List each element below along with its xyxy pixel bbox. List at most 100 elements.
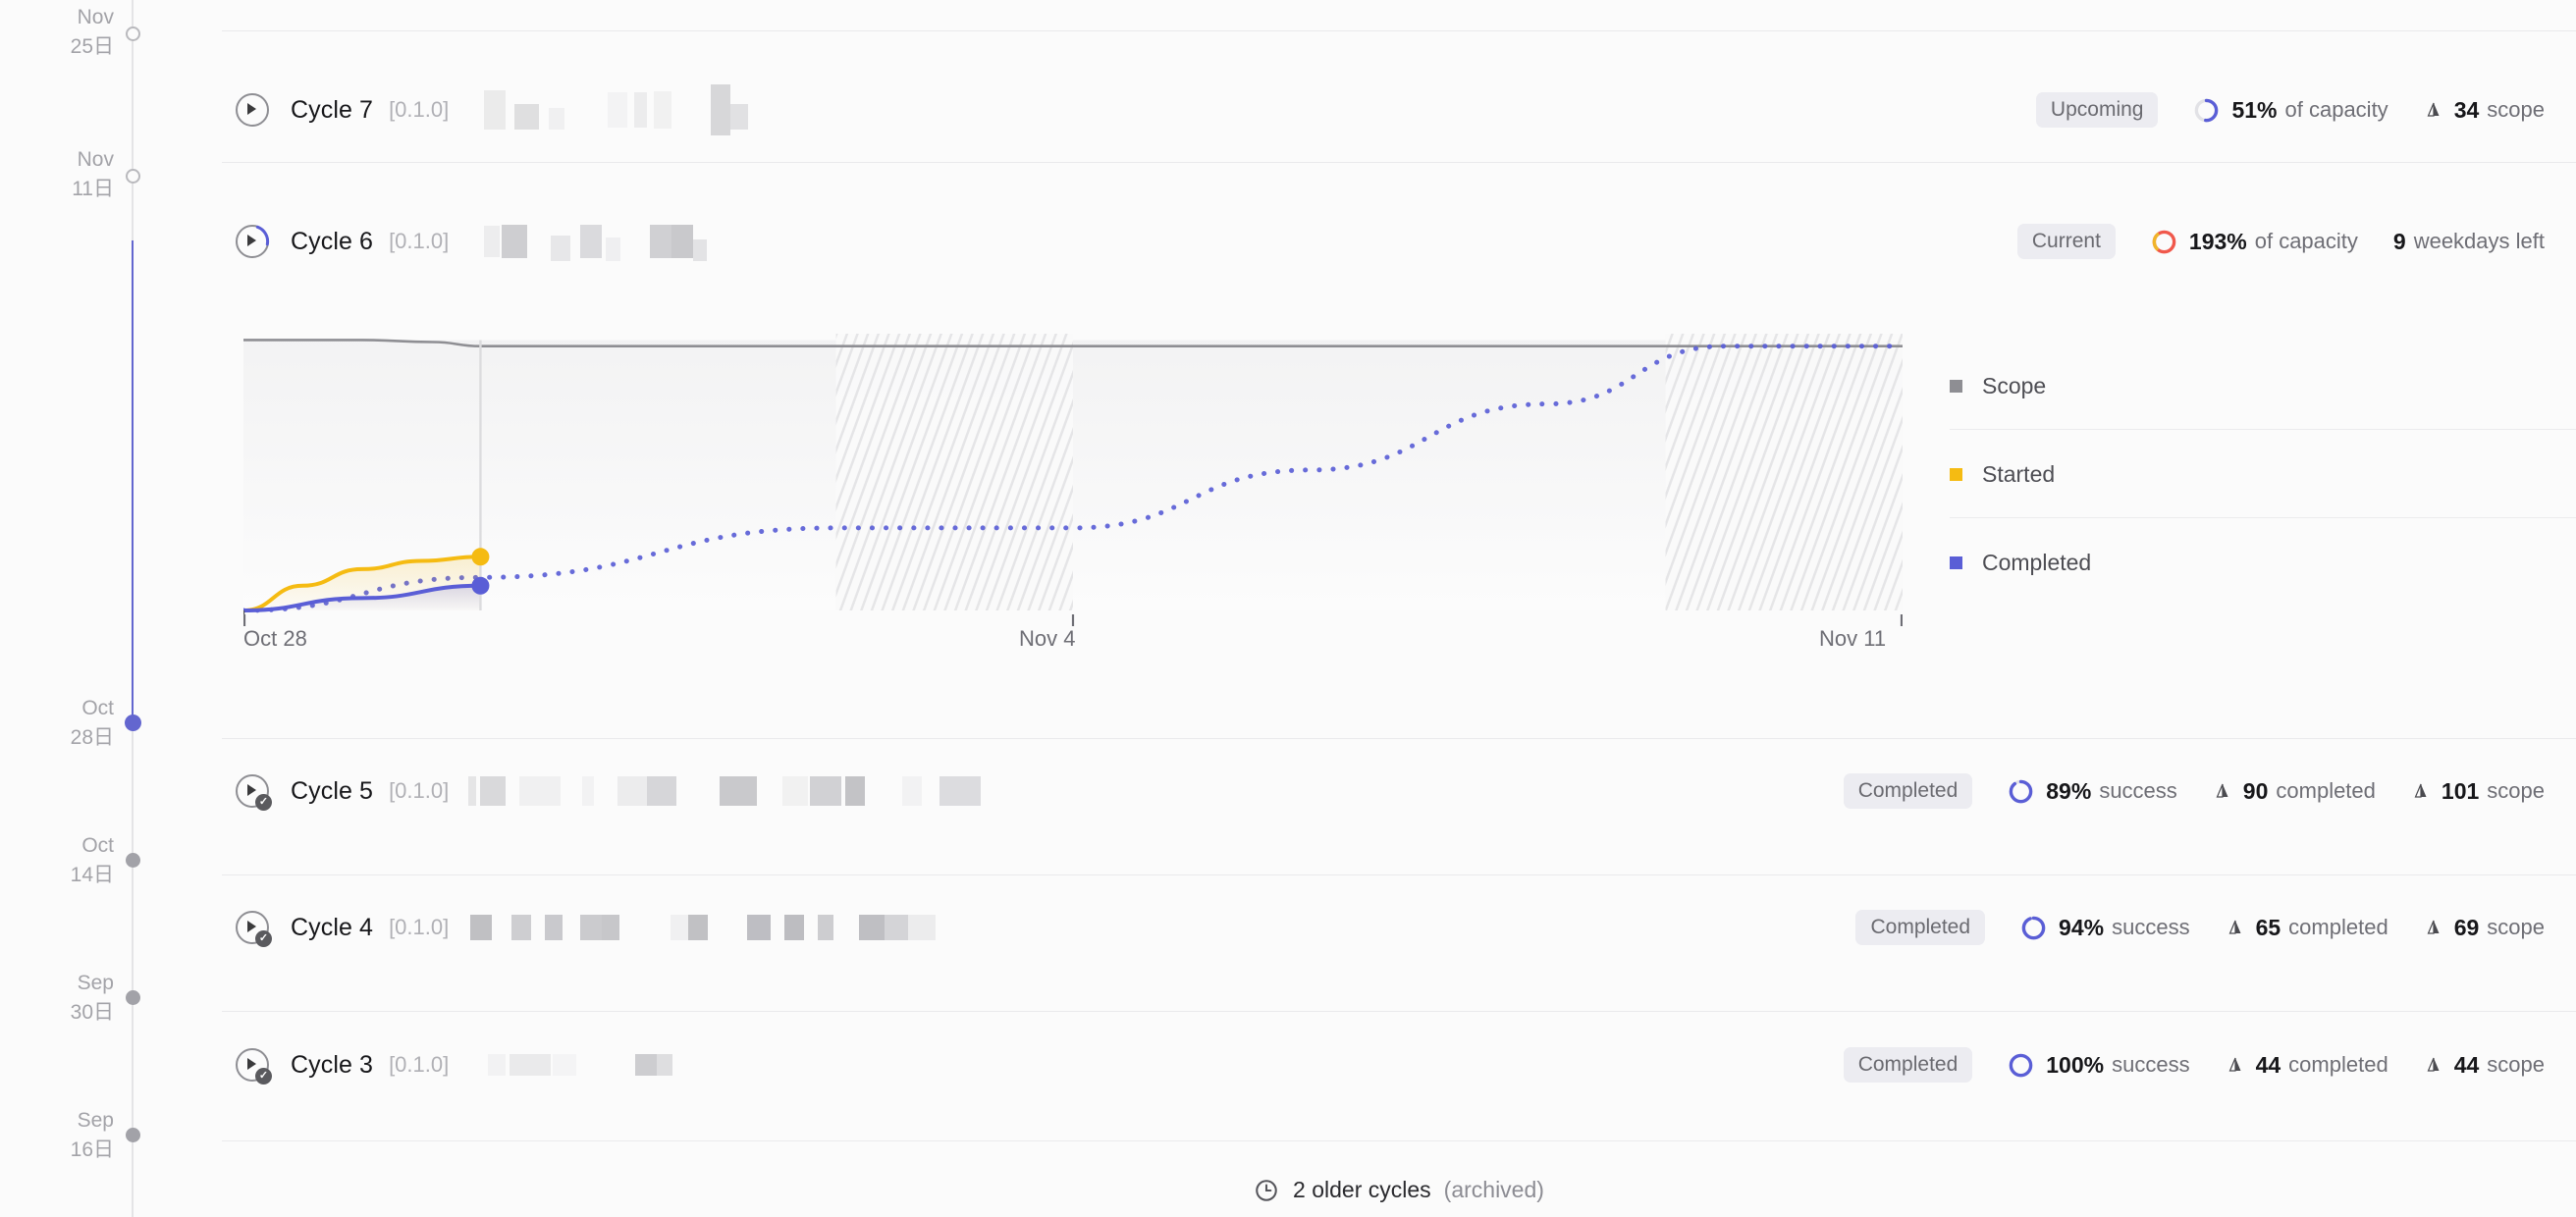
stat-unit: scope <box>2487 1052 2545 1077</box>
stat-scope: 44 scope <box>2424 1052 2545 1079</box>
row-divider <box>222 874 2576 875</box>
triangle-icon <box>2427 920 2440 934</box>
triangle-icon <box>2427 1057 2440 1072</box>
chart-plot: Oct 28 Nov 4 Nov 11 <box>243 324 1903 651</box>
cycle-title: Cycle 6 <box>291 227 374 255</box>
cycle-row-5[interactable]: ✓ Cycle 5 [0.1.0] Completed 89% success … <box>222 758 2576 824</box>
stat-value: 101 <box>2441 777 2480 804</box>
status-badge: Upcoming <box>2035 92 2159 128</box>
stat-capacity: 193% of capacity <box>2151 229 2358 255</box>
stat-value: 94% <box>2059 914 2105 940</box>
stat-value: 44 <box>2255 1051 2281 1078</box>
legend-row-scope[interactable]: Scope 128 -2% <box>1950 342 2576 430</box>
cycles-list: Cycle 7 [0.1.0] Upcoming 51% of capacity… <box>222 0 2576 1217</box>
stat-success: 94% success <box>2020 915 2190 941</box>
stat-success: 89% success <box>2008 778 2177 805</box>
cycle-row-7[interactable]: Cycle 7 [0.1.0] Upcoming 51% of capacity… <box>222 77 2576 143</box>
cycle-row-3[interactable]: ✓ Cycle 3 [0.1.0] Completed 100% success… <box>222 1032 2576 1098</box>
stat-completed: 90 completed <box>2213 778 2376 805</box>
play-circle-check-icon[interactable]: ✓ <box>236 911 272 947</box>
x-tick-label-2: Nov 11 <box>1819 626 1887 651</box>
legend-label: Scope <box>1982 372 2047 398</box>
stat-value: 51% <box>2231 96 2278 123</box>
stat-value: 89% <box>2046 777 2092 804</box>
redacted-content <box>462 222 708 261</box>
timeline-node-5[interactable] <box>126 1128 140 1142</box>
triangle-icon <box>2228 1057 2241 1072</box>
stat-value: 65 <box>2255 914 2281 940</box>
stat-scope: 69 scope <box>2424 915 2545 941</box>
legend-swatch <box>1950 467 1962 481</box>
status-badge: Current <box>2016 224 2116 259</box>
x-tick-label-1: Nov 4 <box>1019 626 1076 651</box>
stat-unit: success <box>2099 778 2177 803</box>
legend-label: Started <box>1982 460 2056 487</box>
triangle-icon <box>2414 783 2427 798</box>
cycle-stats: Completed 100% success 44 completed 44 s… <box>1843 1047 2545 1083</box>
timeline-node-1[interactable] <box>126 169 140 184</box>
stat-value: 90 <box>2242 777 2269 804</box>
legend-row-completed[interactable]: Completed 12 • 9% <box>1950 518 2576 607</box>
cycle-title: Cycle 3 <box>291 1050 374 1079</box>
donut-icon <box>2021 916 2046 939</box>
chart-legend: Scope 128 -2% Started <box>1950 342 2576 607</box>
stat-completed: 44 completed <box>2226 1052 2388 1079</box>
legend-swatch <box>1950 556 1962 569</box>
stat-unit: completed <box>2276 778 2376 803</box>
play-circle-progress-icon[interactable] <box>235 224 270 259</box>
stat-unit: scope <box>2487 915 2545 939</box>
timeline-label-2: Oct 28日 <box>70 697 114 749</box>
stat-scope: 101 scope <box>2411 778 2545 805</box>
timeline-rail: Nov 25日 Nov 11日 Oct 28日 Oct 14日 Sep 30日 Sep 16… <box>0 0 222 1217</box>
donut-icon <box>2009 1053 2033 1077</box>
cycle-row-6[interactable]: Cycle 6 [0.1.0] Current 193% of capacity… <box>222 208 2576 275</box>
play-circle-check-icon[interactable]: ✓ <box>236 1048 272 1085</box>
stat-unit: completed <box>2288 1052 2388 1077</box>
legend-row-started[interactable]: Started 26 • 20% <box>1950 430 2576 518</box>
status-badge: Completed <box>1843 773 1973 809</box>
redacted-content <box>462 1045 673 1085</box>
play-circle-check-icon[interactable]: ✓ <box>236 774 272 811</box>
cycle-title: Cycle 5 <box>291 776 374 805</box>
timeline-node-0[interactable] <box>126 26 140 41</box>
x-tick-label-0: Oct 28 <box>243 626 307 651</box>
older-cycles-footer[interactable]: 2 older cycles (archived) <box>222 1163 2576 1217</box>
stat-unit: of capacity <box>2284 97 2388 122</box>
cycle-stats: Upcoming 51% of capacity 34 scope <box>2035 92 2545 128</box>
donut-icon <box>2195 98 2219 122</box>
redacted-content <box>462 771 982 811</box>
timeline-label-1: Nov 11日 <box>72 148 114 200</box>
stat-unit: scope <box>2487 778 2545 803</box>
cycle-stats: Current 193% of capacity 9 weekdays left <box>2016 224 2545 259</box>
chart-svg <box>243 334 1903 626</box>
stat-value: 193% <box>2188 228 2247 254</box>
row-divider <box>222 162 2576 163</box>
timeline-node-3[interactable] <box>126 853 140 868</box>
cycle-version-tag: [0.1.0] <box>389 229 450 253</box>
timeline-track-active <box>132 240 134 721</box>
stat-capacity: 51% of capacity <box>2193 97 2388 124</box>
row-divider <box>222 1011 2576 1012</box>
row-divider <box>222 1140 2576 1141</box>
older-cycles-archived-note: (archived) <box>1443 1177 1544 1202</box>
timeline-label-4: Sep 30日 <box>70 972 114 1024</box>
status-badge: Completed <box>1843 1047 1973 1083</box>
redacted-content <box>462 84 749 135</box>
triangle-icon <box>2216 783 2228 798</box>
older-cycles-count: 2 older cycles <box>1293 1177 1431 1202</box>
cycles-page: Nov 25日 Nov 11日 Oct 28日 Oct 14日 Sep 30日 Sep 16… <box>0 0 2576 1217</box>
timeline-node-4[interactable] <box>126 990 140 1005</box>
row-divider <box>222 738 2576 739</box>
timeline-label-0: Nov 25日 <box>70 6 114 58</box>
cycle-row-4[interactable]: ✓ Cycle 4 [0.1.0] Completed 94% success … <box>222 894 2576 961</box>
timeline-node-2[interactable] <box>125 714 141 731</box>
stat-value: 44 <box>2453 1051 2480 1078</box>
cycle-title: Cycle 7 <box>291 95 374 124</box>
triangle-icon <box>2427 102 2440 117</box>
timeline-label-3: Oct 14日 <box>70 834 114 886</box>
burnup-chart: Oct 28 Nov 4 Nov 11 Scope 128 -2% <box>222 324 2576 687</box>
play-circle-icon[interactable] <box>236 93 269 127</box>
row-divider <box>222 30 2576 31</box>
triangle-icon <box>2228 920 2241 934</box>
stat-unit: weekdays left <box>2413 229 2545 253</box>
